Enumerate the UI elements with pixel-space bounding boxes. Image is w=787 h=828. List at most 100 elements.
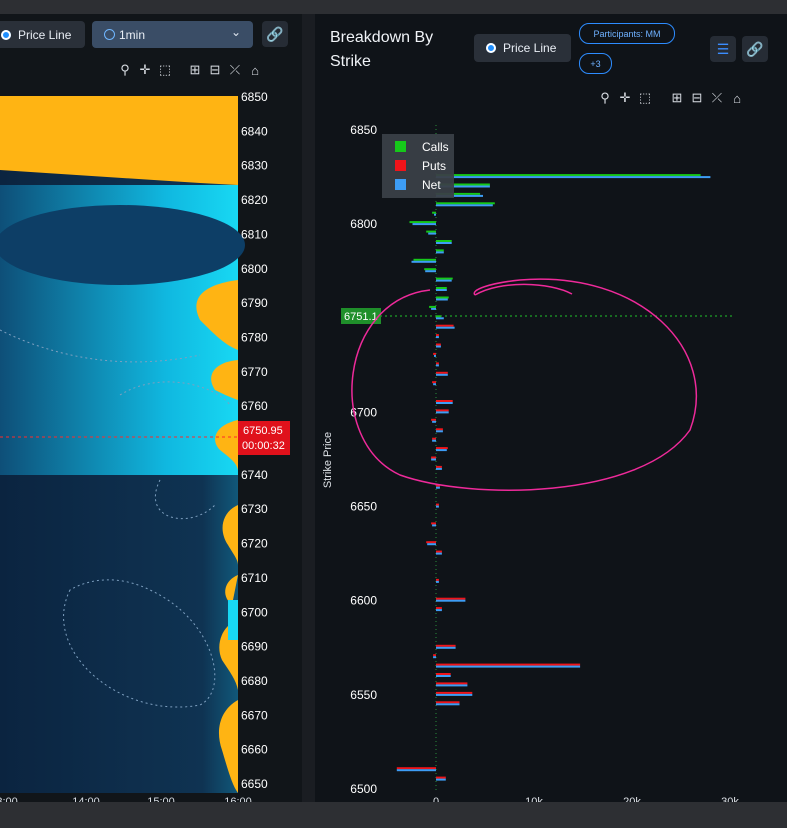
bar-net [436, 242, 452, 244]
autoscale-icon[interactable]: ⤫ [228, 62, 242, 78]
bar-net [432, 420, 436, 423]
pan-icon[interactable]: ✛ [618, 90, 632, 106]
home-icon[interactable]: ⌂ [248, 63, 262, 78]
zoom-icon[interactable]: ⚲ [118, 62, 132, 78]
heatmap-y-tick: 6680 [241, 674, 268, 688]
price-line-label: Price Line [503, 41, 557, 55]
bar-puts [436, 362, 439, 365]
annotation-ellipse [351, 278, 697, 491]
bar-net [436, 778, 446, 781]
heatmap-y-tick: 6840 [241, 124, 268, 138]
bar-puts [436, 597, 466, 600]
legend-swatch [395, 160, 406, 171]
bar-net [436, 552, 442, 555]
heatmap-y-tick: 6690 [241, 640, 268, 654]
bar-puts [436, 607, 442, 610]
heatmap-y-tick: 6810 [241, 227, 268, 241]
box-select-icon[interactable]: ⬚ [158, 62, 172, 78]
more-participants-chip[interactable]: +3 [579, 53, 612, 74]
bar-puts [433, 654, 436, 657]
window-top-strip [0, 0, 787, 14]
left-price-line-toggle[interactable]: Price Line [0, 21, 85, 48]
bar-calls [429, 305, 436, 308]
bar-puts [436, 324, 454, 327]
interval-select[interactable]: 1min ⌄ [92, 21, 253, 48]
heatmap-chart: 6850 6840 6830 6820 6810 6800 6790 6780 6770 6760… [0, 90, 290, 802]
bar-net [436, 402, 453, 404]
link-icon: 🔗 [746, 40, 764, 57]
bar-calls [424, 268, 436, 271]
bar-net [436, 430, 443, 433]
bar-net [436, 467, 442, 470]
panel-divider[interactable] [302, 14, 315, 802]
bar-net [431, 458, 436, 461]
bar-puts [436, 578, 439, 581]
bar-puts [436, 673, 451, 675]
box-select-icon[interactable]: ⬚ [638, 90, 652, 106]
heatmap-y-tick: 6670 [241, 708, 268, 722]
bar-net [436, 505, 439, 508]
legend-label: Net [422, 178, 441, 192]
bar-puts [436, 343, 441, 346]
bar-net [433, 383, 436, 386]
bar-net [436, 336, 439, 339]
current-strike-tag: 6751.1 [344, 311, 378, 323]
zoom-out-icon[interactable]: ⊟ [690, 90, 704, 106]
bar-net [431, 307, 436, 310]
heatmap-y-tick: 6730 [241, 502, 268, 516]
bar-calls [409, 221, 436, 224]
bar-net [412, 223, 436, 226]
legend-swatch [395, 141, 406, 152]
bar-net [434, 213, 436, 216]
strike-x-axis: 0 10k 20k 30k [433, 125, 739, 802]
bar-puts [436, 447, 448, 450]
bar-net [436, 486, 440, 489]
strike-bars [396, 174, 711, 781]
bar-puts [436, 400, 453, 402]
right-price-line-toggle[interactable]: Price Line [474, 34, 571, 62]
zoom-icon[interactable]: ⚲ [598, 90, 612, 106]
bar-puts [436, 701, 460, 704]
strike-y-tick: 6600 [350, 594, 377, 608]
zoom-in-icon[interactable]: ⊞ [670, 90, 684, 106]
bar-puts [433, 352, 436, 355]
heatmap-y-tick: 6850 [241, 90, 268, 104]
bar-puts [436, 334, 439, 337]
bar-puts [436, 409, 449, 412]
heatmap-y-tick: 6710 [241, 571, 268, 585]
bar-net [433, 656, 436, 659]
price-line-label: Price Line [18, 27, 72, 42]
heatmap-y-tick: 6700 [241, 605, 268, 619]
bar-net [436, 176, 711, 179]
bar-calls [436, 202, 495, 205]
bar-net [436, 449, 447, 452]
bar-net [436, 411, 449, 414]
right-link-button[interactable]: 🔗 [742, 36, 768, 62]
zoom-out-icon[interactable]: ⊟ [208, 62, 222, 78]
heatmap-cyan-edge [228, 600, 238, 640]
heatmap-y-tick: 6770 [241, 365, 268, 379]
bar-puts [436, 550, 442, 553]
participants-chip[interactable]: Participants: MM [579, 23, 675, 44]
home-icon[interactable]: ⌂ [730, 91, 744, 106]
settings-button[interactable]: ☰ [710, 36, 736, 62]
heatmap-y-tick: 6820 [241, 193, 268, 207]
heatmap-y-tick: 6790 [241, 296, 268, 310]
zoom-in-icon[interactable]: ⊞ [188, 62, 202, 78]
bar-puts [431, 522, 436, 525]
y-axis-title: Strike Price [322, 432, 334, 488]
pan-icon[interactable]: ✛ [138, 62, 152, 78]
autoscale-icon[interactable]: ⤫ [710, 90, 724, 106]
heatmap-y-tick: 6780 [241, 330, 268, 344]
list-icon: ☰ [716, 40, 730, 57]
heatmap-y-tick: 6760 [241, 399, 268, 413]
strike-y-tick: 6850 [350, 123, 377, 137]
bar-net [432, 524, 436, 527]
bar-calls [436, 296, 449, 299]
bar-puts [432, 437, 436, 440]
bar-calls [436, 240, 452, 242]
left-link-button[interactable]: 🔗 [262, 21, 288, 47]
bar-net [436, 646, 456, 649]
legend-label: Puts [422, 159, 446, 173]
strike-y-tick: 6800 [350, 217, 377, 231]
